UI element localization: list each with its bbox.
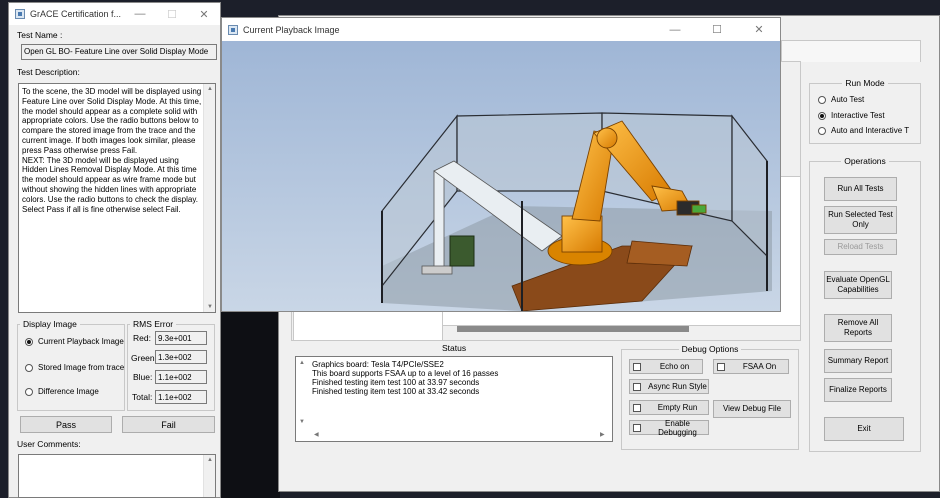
status-down-arrow-icon[interactable]: ▼ xyxy=(299,419,305,425)
app-icon xyxy=(228,24,238,35)
finalize-reports-button[interactable]: Finalize Reports xyxy=(824,378,892,402)
test-name-label: Test Name : xyxy=(17,30,63,40)
playback-window: Current Playback Image — ☐ ✕ xyxy=(221,17,781,312)
playback-titlebar: Current Playback Image — ☐ ✕ xyxy=(222,18,780,41)
evaluate-opengl-button[interactable]: Evaluate OpenGL Capabilities xyxy=(824,271,892,299)
enable-debugging-checkbox[interactable]: Enable Debugging xyxy=(629,419,709,437)
rms-error-label: RMS Error xyxy=(133,319,174,329)
run-all-tests-button[interactable]: Run All Tests xyxy=(824,177,897,201)
status-label: Status xyxy=(442,343,467,353)
main-tab-strip xyxy=(781,40,921,62)
user-comments-field[interactable]: ▲ xyxy=(18,454,216,498)
scroll-down-icon[interactable]: ▼ xyxy=(204,302,216,312)
radio-dot xyxy=(818,95,826,104)
status-left-arrow-icon[interactable]: ◀ xyxy=(314,431,319,438)
radio-auto-interactive[interactable]: Auto and Interactive T xyxy=(818,126,909,135)
radio-dot xyxy=(25,387,33,396)
status-line: Finished testing item test 100 at 33.97 … xyxy=(312,378,480,387)
status-line: This board supports FSAA up to a level o… xyxy=(312,369,499,378)
status-log: Graphics board: Tesla T4/PCIe/SSE2 This … xyxy=(295,356,613,442)
fsaa-on-checkbox[interactable]: FSAA On xyxy=(713,359,789,374)
remove-all-reports-button[interactable]: Remove All Reports xyxy=(824,314,892,342)
close-icon[interactable]: ✕ xyxy=(188,8,220,21)
radio-dot xyxy=(25,363,33,372)
operations-label: Operations xyxy=(844,156,886,166)
status-right-arrow-icon[interactable]: ▶ xyxy=(600,431,605,438)
checkbox-box xyxy=(633,382,641,391)
reload-tests-button[interactable]: Reload Tests xyxy=(824,239,897,255)
status-log-lines: Graphics board: Tesla T4/PCIe/SSE2 This … xyxy=(312,360,498,396)
app-icon xyxy=(15,9,25,19)
scroll-up-icon[interactable]: ▲ xyxy=(204,455,216,465)
status-line: Graphics board: Tesla T4/PCIe/SSE2 xyxy=(312,360,444,369)
main-list-scrollbar[interactable] xyxy=(457,326,689,332)
run-mode-label: Run Mode xyxy=(845,78,885,88)
minimize-icon[interactable]: — xyxy=(654,24,696,36)
summary-report-button[interactable]: Summary Report xyxy=(824,349,892,373)
grace-titlebar: GrACE Certification f... — ☐ ✕ xyxy=(9,3,220,25)
radio-stored-image[interactable]: Stored Image from trace xyxy=(25,363,124,372)
radio-current-playback[interactable]: Current Playback Image xyxy=(25,337,124,346)
desktop-background xyxy=(218,300,280,498)
close-icon[interactable]: ✕ xyxy=(738,23,780,36)
pass-button[interactable]: Pass xyxy=(20,416,112,433)
test-description-content: To the scene, the 3D model will be displ… xyxy=(22,87,202,214)
radio-dot xyxy=(818,126,826,135)
blue-label: Blue: xyxy=(133,372,153,382)
empty-run-checkbox[interactable]: Empty Run xyxy=(629,400,709,415)
checkbox-box xyxy=(633,362,641,371)
checkbox-box xyxy=(717,362,725,371)
control-cabinet xyxy=(449,235,475,267)
playback-window-title: Current Playback Image xyxy=(243,24,340,35)
green-value: 1.3e+002 xyxy=(155,350,207,364)
status-line: Finished testing item test 100 at 33.42 … xyxy=(312,387,480,396)
async-run-style-checkbox[interactable]: Async Run Style xyxy=(629,379,709,394)
debug-options-label: Debug Options xyxy=(681,344,739,354)
minimize-icon[interactable]: — xyxy=(124,8,156,20)
status-up-arrow-icon[interactable]: ▲ xyxy=(299,360,305,366)
test-description-text[interactable]: To the scene, the 3D model will be displ… xyxy=(18,83,216,313)
scroll-up-icon[interactable]: ▲ xyxy=(204,84,216,94)
test-description-label: Test Description: xyxy=(17,67,80,77)
maximize-icon[interactable]: ☐ xyxy=(156,8,188,21)
red-label: Red: xyxy=(133,333,151,343)
radio-difference-image[interactable]: Difference Image xyxy=(25,387,99,396)
description-scrollbar[interactable]: ▲ ▼ xyxy=(203,84,215,312)
echo-on-checkbox[interactable]: Echo on xyxy=(629,359,703,374)
grace-certification-window: GrACE Certification f... — ☐ ✕ Test Name… xyxy=(8,2,221,498)
total-value: 1.1e+002 xyxy=(155,390,207,404)
exit-button[interactable]: Exit xyxy=(824,417,904,441)
blue-value: 1.1e+002 xyxy=(155,370,207,384)
checkbox-box xyxy=(633,423,641,432)
red-value: 9.3e+001 xyxy=(155,331,207,345)
test-name-field[interactable]: Open GL BO- Feature Line over Solid Disp… xyxy=(21,44,217,60)
radio-dot-selected xyxy=(818,111,826,120)
green-label: Green: xyxy=(131,353,157,363)
display-image-label: Display Image xyxy=(23,319,77,329)
main-tree-panel xyxy=(293,311,443,341)
maximize-icon[interactable]: ☐ xyxy=(696,23,738,36)
comments-scrollbar[interactable]: ▲ xyxy=(203,455,215,497)
total-label: Total: xyxy=(132,392,153,402)
grace-window-title: GrACE Certification f... xyxy=(30,9,122,19)
user-comments-label: User Comments: xyxy=(17,439,81,449)
robot-cell-viewport[interactable] xyxy=(222,41,780,311)
fail-button[interactable]: Fail xyxy=(122,416,215,433)
radio-interactive-test[interactable]: Interactive Test xyxy=(818,111,885,120)
run-selected-test-button[interactable]: Run Selected Test Only xyxy=(824,206,897,234)
checkbox-box xyxy=(633,403,641,412)
view-debug-file-button[interactable]: View Debug File xyxy=(713,400,791,418)
radio-dot-selected xyxy=(25,337,33,346)
radio-auto-test[interactable]: Auto Test xyxy=(818,95,864,104)
